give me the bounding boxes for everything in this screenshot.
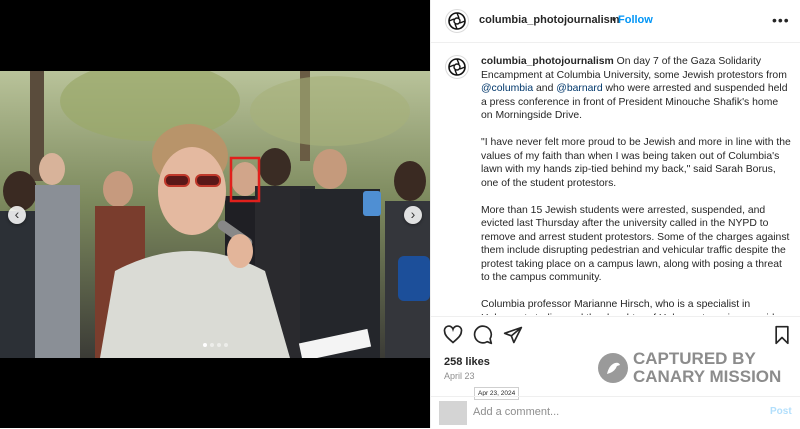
- share-icon[interactable]: [503, 325, 523, 345]
- next-image-button[interactable]: ›: [404, 206, 422, 224]
- watermark-text: CAPTURED BY CANARY MISSION: [633, 350, 781, 386]
- action-bar: [431, 316, 800, 351]
- comment-bar: Add a comment... Post: [431, 396, 800, 429]
- post-media: ‹ ›: [0, 0, 430, 428]
- post-date[interactable]: April 23: [444, 371, 475, 381]
- watermark-line: CAPTURED BY: [633, 349, 756, 368]
- caption-text: and: [536, 83, 554, 94]
- caption-paragraph: columbia_photojournalism On day 7 of the…: [481, 55, 791, 123]
- watermark: CAPTURED BY CANARY MISSION: [598, 349, 798, 389]
- avatar[interactable]: [445, 55, 469, 79]
- caption-paragraph: "I have never felt more proud to be Jewi…: [481, 137, 791, 189]
- carousel-dot: [217, 343, 221, 347]
- caption-username[interactable]: columbia_photojournalism: [481, 56, 614, 67]
- carousel-indicator: [203, 343, 228, 347]
- caption-paragraph: More than 15 Jewish students were arrest…: [481, 204, 790, 284]
- bookmark-icon[interactable]: [773, 325, 791, 345]
- previous-image-button[interactable]: ‹: [8, 206, 26, 224]
- avatar[interactable]: [445, 9, 469, 33]
- mention-link[interactable]: @columbia: [481, 83, 533, 94]
- carousel-dot: [224, 343, 228, 347]
- canary-logo-icon: [598, 353, 628, 383]
- avatar: [439, 401, 467, 425]
- post-header: columbia_photojournalism • Follow •••: [431, 0, 800, 43]
- likes-count[interactable]: 258 likes: [444, 356, 490, 368]
- separator-dot: •: [612, 14, 616, 26]
- header-username[interactable]: columbia_photojournalism: [479, 14, 620, 26]
- comment-input[interactable]: Add a comment...: [473, 406, 559, 418]
- carousel-dot: [210, 343, 214, 347]
- post-photo: [0, 71, 430, 358]
- post-comment-button[interactable]: Post: [770, 406, 792, 417]
- follow-button[interactable]: Follow: [618, 14, 653, 26]
- more-options-icon[interactable]: •••: [772, 12, 790, 28]
- heart-icon[interactable]: [443, 325, 463, 345]
- post-caption: columbia_photojournalism On day 7 of the…: [481, 55, 791, 315]
- comment-icon[interactable]: [473, 325, 493, 345]
- camera-aperture-icon: [448, 58, 466, 76]
- carousel-dot: [203, 343, 207, 347]
- caption-scroll-area[interactable]: columbia_photojournalism On day 7 of the…: [431, 43, 800, 315]
- camera-aperture-icon: [448, 12, 466, 30]
- watermark-line: CANARY MISSION: [633, 367, 782, 386]
- mention-link[interactable]: @barnard: [556, 83, 602, 94]
- caption-paragraph: Columbia professor Marianne Hirsch, who …: [481, 299, 774, 315]
